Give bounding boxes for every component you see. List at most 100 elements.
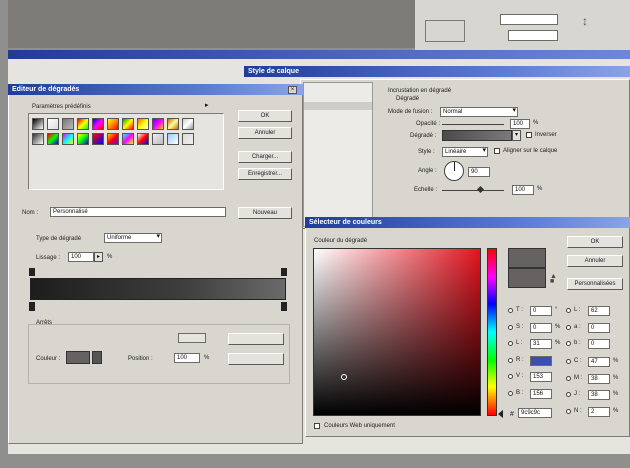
field-input-h[interactable]: 0 xyxy=(530,306,552,316)
top-right-field-1[interactable] xyxy=(500,14,558,25)
field-input-c[interactable]: 47 xyxy=(588,357,610,367)
preset-gradient-swatch[interactable] xyxy=(92,118,104,130)
field-unit-n: % xyxy=(613,407,619,414)
gradient-editor-close-icon[interactable]: × xyxy=(288,86,297,94)
hue-slider[interactable] xyxy=(487,248,497,416)
stop-color-swatch[interactable] xyxy=(66,351,90,364)
field-input-m[interactable]: 38 xyxy=(588,373,610,384)
preset-gradient-swatch[interactable] xyxy=(92,133,104,145)
preset-gradient-swatch[interactable] xyxy=(122,133,134,145)
field-radio-r[interactable] xyxy=(508,357,513,363)
current-color-swatch[interactable] xyxy=(508,268,546,288)
field-radio-a[interactable] xyxy=(566,324,571,330)
preset-gradient-swatch[interactable] xyxy=(182,133,194,145)
angle-dial-needle xyxy=(454,162,455,171)
field-input-bl[interactable]: 156 xyxy=(530,388,552,399)
color-stop-right[interactable] xyxy=(281,302,287,311)
preset-gradient-swatch[interactable] xyxy=(167,133,179,145)
preset-gradient-swatch[interactable] xyxy=(152,118,164,130)
preset-gradient-swatch[interactable] xyxy=(182,118,194,130)
stop-opacity-field-disabled xyxy=(178,333,206,343)
position-field[interactable]: 100 xyxy=(174,353,200,363)
align-checkbox[interactable] xyxy=(494,148,500,154)
field-radio-c[interactable] xyxy=(566,359,571,364)
field-radio-b[interactable] xyxy=(508,341,513,346)
gradient-bar[interactable] xyxy=(30,278,286,300)
color-field[interactable] xyxy=(313,248,481,416)
field-radio-bl[interactable] xyxy=(508,390,513,396)
preset-gradient-swatch[interactable] xyxy=(107,133,119,145)
picker-custom-button[interactable]: Personnalisées xyxy=(567,278,623,290)
scale-field[interactable]: 100 xyxy=(512,185,534,195)
top-right-field-2[interactable] xyxy=(508,30,558,41)
smoothness-field[interactable]: 100 xyxy=(68,252,94,262)
preset-gradient-swatch[interactable] xyxy=(62,118,74,130)
field-radio-b[interactable] xyxy=(566,341,571,346)
preset-gradient-swatch[interactable] xyxy=(107,118,119,130)
field-input-b[interactable]: 31 xyxy=(530,339,552,349)
field-radio-g[interactable] xyxy=(508,374,513,379)
field-input-a[interactable]: 0 xyxy=(588,322,610,333)
field-input-g[interactable]: 153 xyxy=(530,372,552,382)
blend-mode-select[interactable]: Normal xyxy=(440,107,518,117)
save-button[interactable]: Enregistrer... xyxy=(238,168,292,180)
ok-button[interactable]: OK xyxy=(238,110,292,122)
preset-gradient-swatch[interactable] xyxy=(122,118,134,130)
load-button[interactable]: Charger... xyxy=(238,151,292,163)
layer-style-list-item-1[interactable] xyxy=(304,102,372,110)
color-label: Couleur : xyxy=(36,356,61,362)
field-input-j[interactable]: 38 xyxy=(588,390,610,400)
picker-ok-button[interactable]: OK xyxy=(567,236,623,248)
picker-cancel-button[interactable]: Annuler xyxy=(567,255,623,267)
field-radio-h[interactable] xyxy=(508,308,513,313)
gradient-preview-bar[interactable] xyxy=(442,130,512,141)
field-label-s: S : xyxy=(516,323,524,330)
opacity-stop-right[interactable] xyxy=(281,268,287,276)
gamut-warning-icon[interactable]: ▲ ■ xyxy=(550,273,558,285)
opacity-slider-track[interactable] xyxy=(442,124,504,125)
field-input-b[interactable]: 0 xyxy=(588,339,610,349)
preset-gradient-swatch[interactable] xyxy=(137,133,149,145)
name-field[interactable]: Personnalisé xyxy=(50,207,226,217)
preset-gradient-swatch[interactable] xyxy=(32,133,44,145)
field-label-g: V : xyxy=(516,373,524,379)
field-input-l[interactable]: 62 xyxy=(588,306,610,316)
color-stop-left[interactable] xyxy=(29,302,35,311)
preset-gradient-swatch[interactable] xyxy=(47,118,59,130)
smoothness-arrow-icon[interactable]: ▸ xyxy=(94,252,103,262)
stop-delete-button[interactable] xyxy=(228,353,284,365)
hue-slider-marker[interactable] xyxy=(498,410,503,418)
gradient-type-select[interactable]: Uniforme xyxy=(104,233,162,243)
field-radio-m[interactable] xyxy=(566,375,571,381)
field-radio-l[interactable] xyxy=(566,308,571,313)
field-radio-j[interactable] xyxy=(566,392,571,397)
field-input-r[interactable] xyxy=(530,355,552,366)
preset-gradient-swatch[interactable] xyxy=(62,133,74,145)
field-input-s[interactable]: 0 xyxy=(530,322,552,333)
new-button[interactable]: Nouveau xyxy=(238,207,292,219)
scale-slider-track[interactable] xyxy=(442,190,504,191)
style-select[interactable]: Linéaire xyxy=(442,147,488,157)
preset-gradient-swatch[interactable] xyxy=(32,118,44,130)
cancel-button[interactable]: Annuler xyxy=(238,127,292,139)
field-radio-s[interactable] xyxy=(508,324,513,330)
preset-gradient-swatch[interactable] xyxy=(167,118,179,130)
preset-gradient-swatch[interactable] xyxy=(47,133,59,145)
field-radio-n[interactable] xyxy=(566,408,571,414)
hex-field[interactable]: 9c9c9c xyxy=(518,408,552,418)
presets-menu-icon[interactable]: ▸ xyxy=(205,102,214,109)
preset-gradient-swatch[interactable] xyxy=(77,133,89,145)
field-input-n[interactable]: 2 xyxy=(588,406,610,417)
opacity-stop-left[interactable] xyxy=(29,268,35,276)
gradient-dropdown-arrow[interactable]: ▾ xyxy=(512,130,521,141)
reverse-checkbox[interactable] xyxy=(526,132,532,138)
preset-gradient-swatch[interactable] xyxy=(152,133,164,145)
color-field-cursor[interactable] xyxy=(341,374,347,380)
web-only-checkbox[interactable] xyxy=(314,423,320,429)
preset-gradient-swatch[interactable] xyxy=(137,118,149,130)
opacity-field[interactable]: 100 xyxy=(510,119,530,129)
field-unit-b: % xyxy=(555,340,561,346)
stop-color-arrow-icon[interactable] xyxy=(92,351,102,364)
angle-field[interactable]: 90 xyxy=(468,167,490,177)
preset-gradient-swatch[interactable] xyxy=(77,118,89,130)
